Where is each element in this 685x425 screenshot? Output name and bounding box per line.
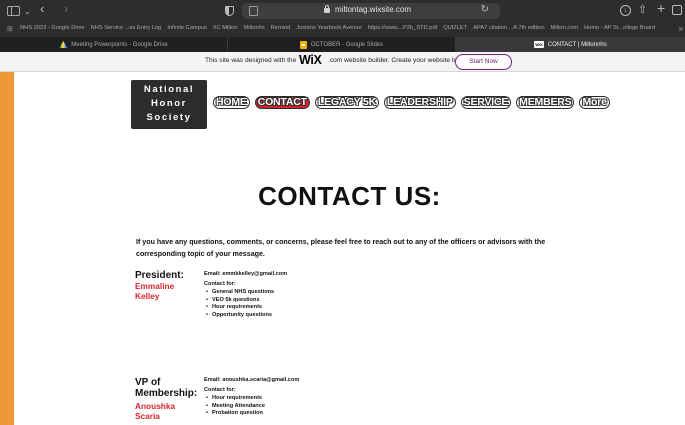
bookmark-item[interactable]: https://www....P2b_STD.pdf	[368, 25, 438, 31]
bookmark-item[interactable]: NHS 2023 - Google Drive	[20, 25, 85, 31]
logo-line: Society	[146, 112, 192, 123]
contact-for-label: Contact for:	[204, 387, 236, 393]
page-title: CONTACT US:	[258, 181, 441, 211]
browser-toolbar: ⌄ ‹ › miltontag.wixsite.com ↻ ↓ ⇧ +	[0, 0, 685, 22]
tab-overview-icon[interactable]	[672, 5, 682, 15]
nav-legacy-5k[interactable]: LEGACY 5K	[314, 96, 379, 109]
wix-banner-text: This site was designed with the	[205, 57, 297, 64]
topic-item: Probation question	[204, 410, 265, 418]
bookmark-item[interactable]: Infinite Campus	[167, 25, 207, 31]
google-slides-icon	[299, 40, 307, 49]
bookmark-list: NHS 2023 - Google Drive NHS Service ...e…	[20, 25, 655, 31]
officer-email[interactable]: Email: anoushka.scaria@gmail.com	[204, 377, 299, 383]
more-bookmarks-icon[interactable]: »	[679, 24, 683, 33]
new-tab-icon[interactable]: +	[657, 1, 665, 15]
officer-name: Scaria	[135, 411, 160, 421]
url-text[interactable]: miltontag.wixsite.com	[335, 5, 411, 14]
bookmark-item[interactable]: Home - AP St...ollege Board	[584, 25, 655, 31]
topic-item: VEO 5k questions	[204, 297, 274, 305]
logo-line: Honor	[151, 98, 187, 109]
nav-service[interactable]: SERVICE	[460, 96, 512, 109]
bookmark-item[interactable]: Remind	[271, 25, 291, 31]
share-icon[interactable]: ⇧	[638, 3, 647, 17]
site-logo[interactable]: National Honor Society	[131, 80, 207, 129]
nav-leadership[interactable]: LEADERSHIP	[383, 96, 456, 109]
officer-role: President:	[135, 270, 184, 281]
topic-item: Hour requirements	[204, 395, 265, 403]
bookmark-item[interactable]: Miltonhs	[243, 25, 264, 31]
tab-bar: Meeting Powerpoints - Google Drive OCTOB…	[0, 37, 685, 52]
bookmark-item[interactable]: Milton.com	[551, 25, 579, 31]
site-nav: HOME CONTACT LEGACY 5K LEADERSHIP SERVIC…	[213, 96, 610, 109]
forward-arrow-icon[interactable]: ›	[64, 2, 68, 16]
tab-label: Meeting Powerpoints - Google Drive	[71, 41, 168, 48]
address-bar[interactable]: miltontag.wixsite.com ↻	[242, 3, 500, 19]
officer-name: Anoushka	[135, 401, 176, 411]
lock-icon	[324, 5, 330, 13]
google-drive-icon	[59, 41, 68, 48]
topic-item: General NHS questions	[204, 289, 274, 297]
topic-item: Hour requirements	[204, 304, 274, 312]
nav-home[interactable]: HOME	[213, 96, 250, 109]
tab-google-slides[interactable]: OCTOBER - Google Slides	[228, 37, 456, 52]
tab-label: OCTOBER - Google Slides	[310, 41, 384, 48]
officer-name: Kelley	[135, 291, 160, 301]
officer-name: Emmaline	[135, 281, 175, 291]
download-icon[interactable]: ↓	[620, 5, 631, 16]
topic-item: Opportunity questions	[204, 312, 274, 320]
grid-icon[interactable]: ⊞	[7, 25, 13, 33]
bookmark-item[interactable]: APA7 citation ...A 7th edition	[473, 25, 544, 31]
wix-banner-text-after: .com website builder. Create your websit…	[328, 57, 470, 64]
nav-contact[interactable]: CONTACT	[254, 96, 310, 109]
nav-members[interactable]: MEMBERS	[516, 96, 575, 109]
bookmark-item[interactable]: Jostens Yearbook Avenue	[296, 25, 361, 31]
tab-google-drive[interactable]: Meeting Powerpoints - Google Drive	[0, 37, 228, 52]
wix-logo[interactable]: WiX	[299, 53, 322, 67]
bookmark-item[interactable]: NHS Service ...es Entry Log	[91, 25, 162, 31]
back-arrow-icon[interactable]: ‹	[40, 2, 44, 16]
shield-icon[interactable]	[225, 6, 234, 16]
tab-contact-active[interactable]: WiX CONTACT | Miltonnhs	[456, 37, 685, 52]
sidebar-toggle-icon[interactable]	[7, 6, 20, 16]
officer-role: Membership:	[135, 388, 198, 399]
officer-email[interactable]: Email: emmkkelley@gmail.com	[204, 271, 287, 277]
start-now-button[interactable]: Start Now	[455, 54, 512, 70]
chevron-down-icon[interactable]: ⌄	[24, 5, 31, 19]
bookmark-item[interactable]: XC Milton	[213, 25, 238, 31]
nav-more[interactable]: More	[579, 96, 610, 109]
contact-for-label: Contact for:	[204, 281, 236, 287]
wix-promo-banner: This site was designed with the WiX .com…	[0, 52, 685, 72]
reload-icon[interactable]: ↻	[481, 4, 489, 15]
page-icon	[249, 6, 258, 16]
intro-text: If you have any questions, comments, or …	[136, 238, 546, 258]
tab-label: CONTACT | Miltonnhs	[547, 41, 607, 48]
officer-role: VP of	[135, 377, 161, 388]
logo-line: National	[143, 84, 195, 95]
bookmark-item[interactable]: QUIZLET	[443, 25, 467, 31]
topic-item: Meeting Attendance	[204, 403, 265, 411]
topic-list: General NHS questions VEO 5k questions H…	[204, 289, 274, 319]
wix-icon: WiX	[534, 41, 544, 48]
topic-list: Hour requirements Meeting Attendance Pro…	[204, 395, 265, 418]
bookmarks-bar: ⊞ NHS 2023 - Google Drive NHS Service ..…	[0, 22, 685, 37]
page-content: National Honor Society HOME CONTACT LEGA…	[14, 72, 685, 425]
